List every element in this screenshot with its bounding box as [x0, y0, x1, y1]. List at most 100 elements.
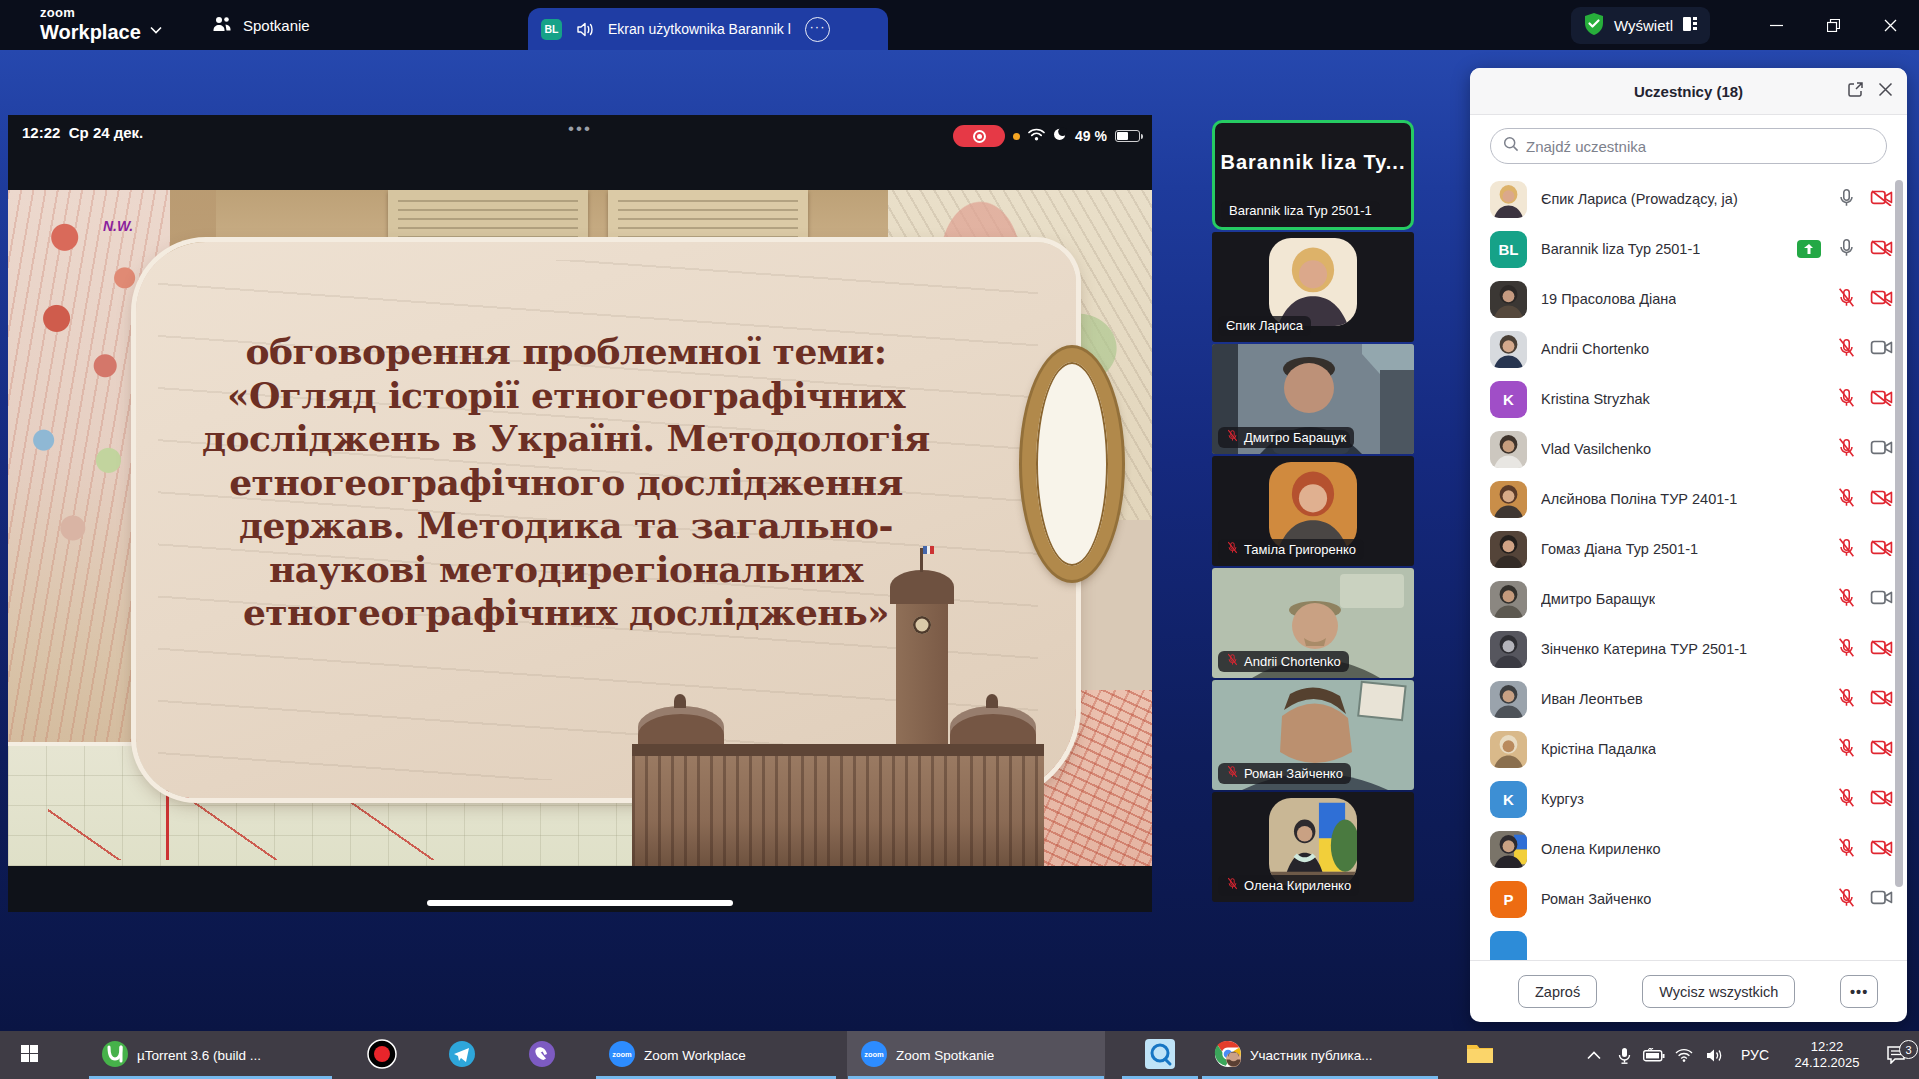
video-tile-name: Дмитро Баращук: [1218, 427, 1354, 448]
taskbar-item-участник-публика[interactable]: Участник публика...: [1201, 1031, 1439, 1079]
video-tile-6[interactable]: Роман Зайченко: [1212, 680, 1414, 790]
svg-text:zoom: zoom: [612, 1050, 632, 1059]
taskbar-item-zoom-spotkanie[interactable]: zoomZoom Spotkanie: [847, 1031, 1105, 1079]
camera-off-icon: [1870, 788, 1893, 811]
tab-screen-share[interactable]: BL Ekran użytkownika Barannik l ···: [528, 8, 888, 50]
participant-row[interactable]: KKristina Stryzhak: [1470, 374, 1907, 424]
video-thumbnails-strip: Barannik liza Ty...Barannik liza Typ 250…: [1212, 120, 1414, 902]
participants-header: Uczestnicy (18): [1470, 68, 1907, 115]
svg-text:zoom: zoom: [864, 1050, 884, 1059]
taskbar-item-folder[interactable]: [1451, 1031, 1509, 1079]
participant-row[interactable]: Крістіна Падалка: [1470, 724, 1907, 774]
video-tile-name: Andrii Chortenko: [1218, 651, 1349, 672]
avatar: [1490, 281, 1527, 318]
camera-icon: [1870, 588, 1893, 611]
taskbar-item-zoom-workplace[interactable]: zoomZoom Workplace: [595, 1031, 837, 1079]
participant-avatar: [1269, 462, 1357, 550]
taskbar-item-torrent-3-6-build[interactable]: µTorrent 3.6 (build ...: [88, 1031, 333, 1079]
participant-row[interactable]: Гомаз Діана Тур 2501-1: [1470, 524, 1907, 574]
participant-row[interactable]: Єпик Лариса (Prowadzący, ja): [1470, 174, 1907, 224]
participant-row[interactable]: Andrii Chortenko: [1470, 324, 1907, 374]
slide-text-line: етногеографічного дослідження: [126, 461, 1006, 505]
video-tile-3[interactable]: Дмитро Баращук: [1212, 344, 1414, 454]
avatar: [1490, 731, 1527, 768]
mic-muted-icon: [1836, 287, 1857, 312]
camera-off-icon: [1870, 188, 1893, 211]
view-button-label: Wyświetl: [1614, 17, 1673, 34]
slide-text-line: етногеографічних досліджень»: [126, 591, 1006, 635]
mic-muted-icon: [1226, 429, 1239, 445]
avatar: [1490, 581, 1527, 618]
phone-menu-dots: •••: [568, 119, 592, 139]
taskbar-item-viber[interactable]: [513, 1031, 571, 1079]
avatar: K: [1490, 381, 1527, 418]
search-input[interactable]: [1526, 138, 1874, 155]
popout-icon[interactable]: [1847, 81, 1864, 102]
close-panel-icon[interactable]: [1878, 82, 1893, 101]
participant-row[interactable]: Иван Леонтьев: [1470, 674, 1907, 724]
camera-icon: [1870, 888, 1893, 911]
restore-button[interactable]: [1805, 0, 1862, 50]
camera-off-icon: [1870, 838, 1893, 861]
windows-taskbar: µTorrent 3.6 (build ... zoomZoom Workplac…: [0, 1031, 1919, 1079]
video-tile-2[interactable]: Єпик Лариса: [1212, 232, 1414, 342]
tray-clock[interactable]: 12:2224.12.2025: [1781, 1039, 1873, 1071]
participant-row[interactable]: Олена Кириленко: [1470, 824, 1907, 874]
mic-muted-icon: [1226, 877, 1239, 893]
search-participant-field[interactable]: [1490, 128, 1887, 164]
screen-sharing-icon: [1797, 240, 1821, 258]
mic-muted-icon: [1836, 387, 1857, 412]
avatar: [1490, 531, 1527, 568]
video-tile-4[interactable]: Таміла Григоренко: [1212, 456, 1414, 566]
invite-button[interactable]: Zaproś: [1518, 975, 1597, 1008]
tray-volume-icon[interactable]: [1699, 1048, 1729, 1063]
participant-row[interactable]: Vlad Vasilchenko: [1470, 424, 1907, 474]
participant-row[interactable]: Алєйнова Поліна ТУР 2401-1: [1470, 474, 1907, 524]
avatar: K: [1490, 781, 1527, 818]
participant-row[interactable]: Дмитро Баращук: [1470, 574, 1907, 624]
mic-muted-icon: [1836, 537, 1857, 562]
tray-notification-icon[interactable]: 3: [1873, 1046, 1919, 1064]
home-indicator: [427, 900, 733, 906]
participants-list: Єпик Лариса (Prowadzący, ja)BLBarannik l…: [1470, 172, 1907, 960]
tray-chevron-up-icon[interactable]: [1579, 1051, 1609, 1060]
tray-mic-icon[interactable]: [1609, 1047, 1639, 1064]
more-options-button[interactable]: •••: [1840, 975, 1878, 1008]
video-tile-1[interactable]: Barannik liza Ty...Barannik liza Typ 250…: [1212, 120, 1414, 230]
close-button[interactable]: [1862, 0, 1919, 50]
slide-text-line: наукові методирегіональних: [126, 548, 1006, 592]
participant-row[interactable]: 19 Прасолова Діана: [1470, 274, 1907, 324]
participant-avatar: [1269, 238, 1357, 326]
taskbar-item-telegram[interactable]: [433, 1031, 491, 1079]
view-button[interactable]: Wyświetl: [1571, 7, 1710, 44]
viber-icon: [528, 1040, 556, 1071]
participant-row[interactable]: KКургуз: [1470, 774, 1907, 824]
zoom-icon: zoom: [860, 1040, 888, 1071]
avatar: [1490, 631, 1527, 668]
taskbar-item-record[interactable]: [353, 1031, 411, 1079]
avatar: [1490, 481, 1527, 518]
camera-off-icon: [1870, 288, 1893, 311]
folder-icon: [1466, 1042, 1494, 1069]
tray-battery-icon[interactable]: [1639, 1048, 1669, 1062]
taskbar-item-photos[interactable]: [1121, 1031, 1199, 1079]
chevron-down-icon[interactable]: [150, 20, 162, 38]
participant-avatar: [1269, 798, 1357, 886]
participant-row[interactable]: BLBarannik liza Typ 2501-1: [1470, 224, 1907, 274]
tab-spotkanie[interactable]: Spotkanie: [212, 0, 310, 50]
scrollbar-thumb[interactable]: [1895, 180, 1903, 887]
mute-all-button[interactable]: Wycisz wszystkich: [1642, 975, 1795, 1008]
video-tile-5[interactable]: Andrii Chortenko: [1212, 568, 1414, 678]
tab-more-icon[interactable]: ···: [805, 17, 830, 42]
avatar: [1490, 181, 1527, 218]
participant-row[interactable]: PРоман Зайченко: [1470, 874, 1907, 924]
tray-network-icon[interactable]: [1669, 1048, 1699, 1062]
tray-language[interactable]: РУС: [1729, 1047, 1781, 1063]
logo-zoom-text: zoom: [40, 6, 141, 19]
video-tile-7[interactable]: Олена Кириленко: [1212, 792, 1414, 902]
participant-row[interactable]: [1470, 924, 1907, 960]
minimize-button[interactable]: [1748, 0, 1805, 50]
participant-row[interactable]: Зінченко Катерина ТУР 2501-1: [1470, 624, 1907, 674]
taskbar-item-windows[interactable]: [0, 1031, 58, 1079]
slide-building: [624, 628, 1052, 866]
